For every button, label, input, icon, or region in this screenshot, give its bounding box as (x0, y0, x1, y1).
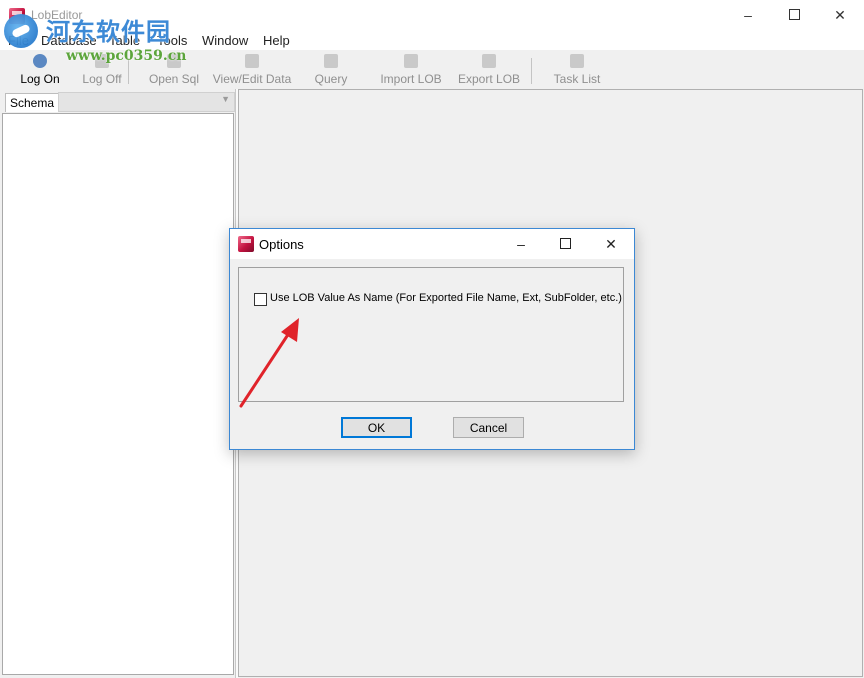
query-icon (324, 54, 338, 68)
edit-data-icon (245, 54, 259, 68)
menu-table[interactable]: Table (109, 33, 140, 48)
import-icon (404, 54, 418, 68)
schema-dropdown[interactable]: ▼ (58, 92, 235, 112)
dialog-close-button[interactable]: ✕ (588, 229, 634, 259)
task-list-icon (570, 54, 584, 68)
menu-bar: File Database Table Tools Window Help (0, 30, 864, 50)
app-icon (238, 236, 254, 252)
open-sql-icon (167, 54, 181, 68)
view-edit-data-button[interactable]: View/Edit Data (212, 52, 292, 86)
log-on-label: Log On (20, 72, 60, 86)
task-list-label: Task List (553, 72, 601, 86)
toolbar-separator (128, 58, 129, 84)
maximize-icon (559, 238, 571, 250)
import-lob-button[interactable]: Import LOB (380, 52, 442, 86)
export-lob-button[interactable]: Export LOB (458, 52, 520, 86)
schema-tree[interactable] (2, 113, 234, 675)
log-off-button[interactable]: Log Off (80, 52, 124, 86)
query-button[interactable]: Query (311, 52, 351, 86)
log-off-icon (95, 54, 109, 68)
open-sql-label: Open Sql (148, 72, 200, 86)
close-button[interactable]: ✕ (817, 0, 863, 30)
window-title: LobEditor (31, 8, 83, 22)
export-icon (482, 54, 496, 68)
ok-button[interactable]: OK (341, 417, 412, 438)
annotation-arrow-icon (239, 318, 299, 408)
menu-file[interactable]: File (8, 33, 29, 48)
dialog-minimize-button[interactable]: – (498, 229, 544, 259)
title-bar: LobEditor – ✕ (0, 0, 864, 30)
log-on-icon (33, 54, 47, 68)
task-list-button[interactable]: Task List (551, 52, 603, 86)
menu-help[interactable]: Help (263, 33, 290, 48)
import-lob-label: Import LOB (380, 72, 442, 86)
menu-tools[interactable]: Tools (157, 33, 187, 48)
chevron-down-icon: ▼ (221, 94, 230, 104)
menu-database[interactable]: Database (41, 33, 97, 48)
open-sql-button[interactable]: Open Sql (147, 52, 201, 86)
log-on-button[interactable]: Log On (18, 52, 62, 86)
app-window: LobEditor – ✕ File Database Table Tools … (0, 0, 864, 678)
export-lob-label: Export LOB (458, 72, 521, 86)
menu-window[interactable]: Window (202, 33, 248, 48)
app-icon (9, 8, 25, 24)
minimize-button[interactable]: – (725, 0, 771, 30)
maximize-button[interactable] (771, 0, 817, 30)
use-lob-value-label[interactable]: Use LOB Value As Name (For Exported File… (270, 292, 622, 304)
view-edit-data-label: View/Edit Data (212, 72, 292, 86)
dialog-maximize-button[interactable] (542, 229, 588, 259)
schema-label: Schema (5, 93, 59, 112)
maximize-icon (788, 9, 800, 21)
query-label: Query (314, 72, 348, 86)
dialog-title: Options (259, 237, 304, 252)
cancel-button[interactable]: Cancel (453, 417, 524, 438)
toolbar-separator (531, 58, 532, 84)
use-lob-value-checkbox[interactable] (254, 293, 267, 306)
toolbar: Log On Log Off Open Sql View/Edit Data Q… (0, 50, 864, 88)
log-off-label: Log Off (82, 72, 122, 86)
dialog-title-bar: Options – ✕ (230, 229, 634, 259)
